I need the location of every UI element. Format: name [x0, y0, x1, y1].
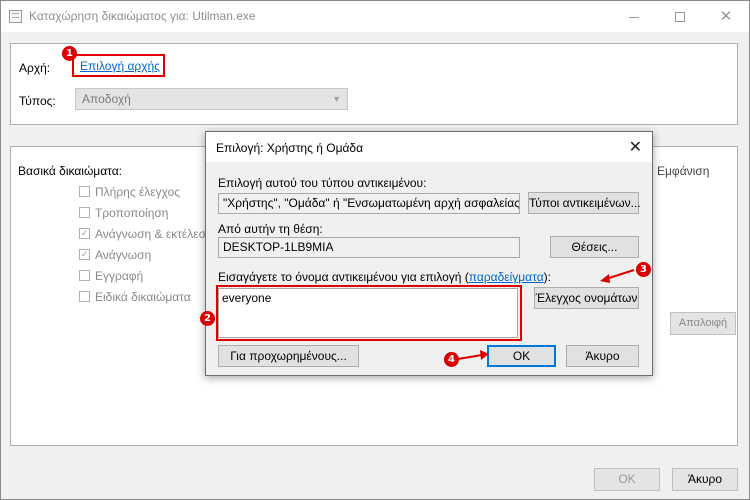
object-types-field: "Χρήστης", "Ομάδα" ή "Ενσωματωμένη αρχή … — [218, 193, 520, 214]
annotation-badge-1: 1 — [62, 46, 77, 61]
permission-label: Ανάγνωση — [95, 248, 152, 262]
title-bar: Καταχώρηση δικαιώματος για: Utilman.exe … — [1, 1, 749, 32]
dialog-title: Επιλογή: Χρήστης ή Ομάδα — [216, 141, 364, 155]
check-names-button[interactable]: Έλεγχος ονομάτων — [534, 287, 639, 309]
annotation-badge-4: 4 — [444, 352, 459, 367]
checkbox-checked-icon: ✓ — [79, 249, 90, 260]
window-title: Καταχώρηση δικαιώματος για: Utilman.exe — [29, 9, 256, 23]
annotation-arrow-3 — [600, 269, 635, 283]
enter-names-label-end: ): — [543, 270, 551, 284]
window-app-icon — [9, 10, 22, 23]
type-select-value: Αποδοχή — [82, 92, 131, 106]
checkbox-icon — [79, 186, 90, 197]
basic-permissions-label: Βασικά δικαιώματα: — [18, 164, 123, 178]
parent-cancel-button[interactable]: Άκυρο — [672, 468, 738, 491]
object-types-label: Επιλογή αυτού του τύπου αντικειμένου: — [218, 176, 427, 190]
annotation-badge-2: 2 — [200, 311, 215, 326]
close-button[interactable]: ✕ — [703, 1, 749, 32]
object-names-highlight — [216, 285, 522, 341]
checkbox-icon — [79, 270, 90, 281]
enter-names-label-text: Εισαγάγετε το όνομα αντικειμένου για επι… — [218, 270, 469, 284]
dialog-title-bar: Επιλογή: Χρήστης ή Ομάδα ✕ — [206, 132, 652, 162]
permission-label: Πλήρης έλεγχος — [95, 185, 181, 199]
location-label: Από αυτήν τη θέση: — [218, 222, 323, 236]
dialog-ok-button[interactable]: OK — [487, 345, 556, 367]
chevron-down-icon: ▼ — [332, 94, 341, 104]
maximize-button[interactable] — [657, 1, 703, 32]
select-principal-link[interactable]: Επιλογή αρχής — [80, 59, 160, 73]
annotation-badge-3: 3 — [636, 262, 651, 277]
close-icon: ✕ — [719, 8, 733, 25]
parent-ok-button[interactable]: OK — [594, 468, 660, 491]
principal-label: Αρχή: — [19, 61, 51, 75]
annotation-arrow-4 — [457, 350, 489, 360]
checkbox-checked-icon: ✓ — [79, 228, 90, 239]
enter-names-label: Εισαγάγετε το όνομα αντικειμένου για επι… — [218, 270, 551, 284]
minimize-button[interactable] — [611, 1, 657, 32]
type-select[interactable]: Αποδοχή ▼ — [75, 88, 348, 110]
checkbox-icon — [79, 207, 90, 218]
permission-label: Τροποποίηση — [95, 206, 169, 220]
location-field: DESKTOP-1LB9MIA — [218, 237, 520, 258]
advanced-button[interactable]: Για προχωρημένους... — [218, 345, 359, 367]
permission-label: Ανάγνωση & εκτέλεση — [95, 227, 213, 241]
object-types-button[interactable]: Τύποι αντικειμένων... — [528, 192, 641, 214]
minimize-icon — [629, 16, 639, 18]
dialog-cancel-button[interactable]: Άκυρο — [566, 345, 639, 367]
dialog-close-icon[interactable]: ✕ — [629, 137, 642, 157]
locations-button[interactable]: Θέσεις... — [550, 236, 639, 258]
permission-label: Ειδικά δικαιώματα — [95, 290, 191, 304]
examples-link[interactable]: παραδείγματα — [469, 270, 544, 284]
type-label: Τύπος: — [19, 94, 56, 108]
clear-all-button[interactable]: Απαλοιφή — [670, 312, 736, 335]
show-advanced-permissions-link[interactable]: Εμφάνιση — [657, 164, 709, 178]
maximize-icon — [675, 12, 685, 23]
permission-label: Εγγραφή — [95, 269, 144, 283]
checkbox-icon — [79, 291, 90, 302]
